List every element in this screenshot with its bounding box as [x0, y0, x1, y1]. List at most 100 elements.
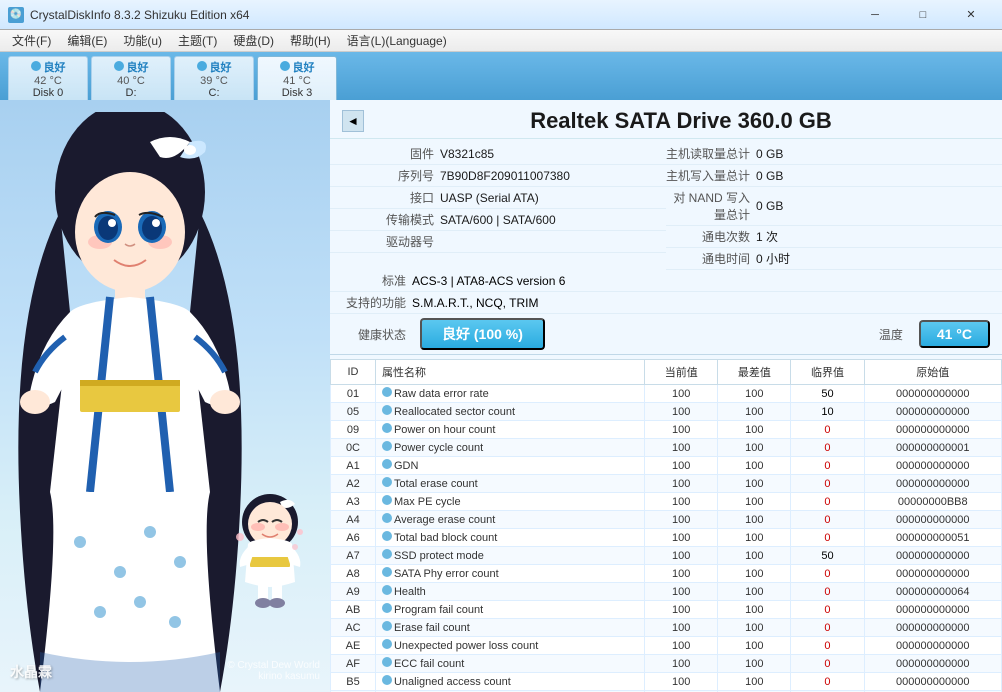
disk-tab-disk3[interactable]: 良好 41 °C Disk 3 — [257, 56, 337, 100]
power-cycles-row: 通电次数 1 次 — [666, 226, 1002, 248]
cell-id: B5 — [331, 673, 376, 691]
row-dot — [382, 585, 392, 595]
menu-item-u[interactable]: 功能(u) — [115, 30, 170, 51]
menu-item-h[interactable]: 帮助(H) — [282, 30, 339, 51]
row-dot — [382, 405, 392, 415]
cell-worst: 100 — [718, 421, 791, 439]
row-dot — [382, 603, 392, 613]
cell-threshold: 50 — [791, 385, 864, 403]
cell-threshold: 0 — [791, 457, 864, 475]
cell-current: 100 — [645, 637, 718, 655]
cell-name: Reallocated sector count — [375, 403, 644, 421]
cell-id: A4 — [331, 511, 376, 529]
temperature-badge[interactable]: 41 °C — [919, 320, 990, 348]
health-badge[interactable]: 良好 (100 %) — [420, 318, 545, 350]
table-header-row: ID 属性名称 当前值 最差值 临界值 原始值 — [331, 360, 1002, 385]
table-row[interactable]: A6 Total bad block count 100 100 0 00000… — [331, 529, 1002, 547]
cell-current: 100 — [645, 493, 718, 511]
row-dot — [382, 441, 392, 451]
table-row[interactable]: A2 Total erase count 100 100 0 000000000… — [331, 475, 1002, 493]
cell-current: 100 — [645, 565, 718, 583]
cell-worst: 100 — [718, 529, 791, 547]
table-row[interactable]: A3 Max PE cycle 100 100 0 00000000BB8 — [331, 493, 1002, 511]
main-content: 水晶霖 © Crystal Dew World kirino kasumu ◄ … — [0, 100, 1002, 692]
table-row[interactable]: A8 SATA Phy error count 100 100 0 000000… — [331, 565, 1002, 583]
menu-item-e[interactable]: 编辑(E) — [59, 30, 115, 51]
cell-threshold: 0 — [791, 529, 864, 547]
menu-item-t[interactable]: 主题(T) — [170, 30, 225, 51]
host-write-value: 0 GB — [756, 169, 783, 183]
cell-current: 100 — [645, 421, 718, 439]
window-controls: ─ □ ✕ — [852, 2, 994, 28]
cell-name: Health — [375, 583, 644, 601]
host-write-row: 主机写入量总计 0 GB — [666, 165, 1002, 187]
cell-worst: 100 — [718, 601, 791, 619]
maximize-button[interactable]: □ — [900, 2, 946, 28]
smart-table: ID 属性名称 当前值 最差值 临界值 原始值 01 Raw data erro… — [330, 359, 1002, 692]
menu-item-llanguage[interactable]: 语言(L)(Language) — [339, 30, 455, 51]
cell-name: GDN — [375, 457, 644, 475]
host-read-row: 主机读取量总计 0 GB — [666, 143, 1002, 165]
nand-write-value: 0 GB — [756, 199, 783, 213]
col-current: 当前值 — [645, 360, 718, 385]
cell-current: 100 — [645, 619, 718, 637]
cell-raw: 000000000000 — [864, 655, 1001, 673]
table-row[interactable]: B5 Unaligned access count 100 100 0 0000… — [331, 673, 1002, 691]
table-row[interactable]: AE Unexpected power loss count 100 100 0… — [331, 637, 1002, 655]
cell-id: A2 — [331, 475, 376, 493]
power-hours-row: 通电时间 0 小时 — [666, 248, 1002, 270]
cell-id: A9 — [331, 583, 376, 601]
minimize-button[interactable]: ─ — [852, 2, 898, 28]
table-row[interactable]: A7 SSD protect mode 100 100 50 000000000… — [331, 547, 1002, 565]
row-dot — [382, 423, 392, 433]
table-row[interactable]: 0C Power cycle count 100 100 0 000000000… — [331, 439, 1002, 457]
table-row[interactable]: 09 Power on hour count 100 100 0 0000000… — [331, 421, 1002, 439]
cell-name: Max PE cycle — [375, 493, 644, 511]
table-row[interactable]: 01 Raw data error rate 100 100 50 000000… — [331, 385, 1002, 403]
cell-threshold: 0 — [791, 619, 864, 637]
back-button[interactable]: ◄ — [342, 110, 364, 132]
cell-name: ECC fail count — [375, 655, 644, 673]
drive-header: ◄ Realtek SATA Drive 360.0 GB — [330, 100, 1002, 139]
cell-raw: 000000000000 — [864, 385, 1001, 403]
firmware-row: 固件 V8321c85 — [330, 143, 666, 165]
col-name: 属性名称 — [375, 360, 644, 385]
row-dot — [382, 567, 392, 577]
col-raw: 原始值 — [864, 360, 1001, 385]
table-row[interactable]: A1 GDN 100 100 0 000000000000 — [331, 457, 1002, 475]
table-row[interactable]: AB Program fail count 100 100 0 00000000… — [331, 601, 1002, 619]
menu-item-d[interactable]: 硬盘(D) — [225, 30, 282, 51]
cell-worst: 100 — [718, 655, 791, 673]
cell-threshold: 0 — [791, 439, 864, 457]
row-dot — [382, 657, 392, 667]
close-button[interactable]: ✕ — [948, 2, 994, 28]
row-dot — [382, 513, 392, 523]
table-row[interactable]: AF ECC fail count 100 100 0 000000000000 — [331, 655, 1002, 673]
col-worst: 最差值 — [718, 360, 791, 385]
table-row[interactable]: AC Erase fail count 100 100 0 0000000000… — [331, 619, 1002, 637]
cell-raw: 000000000051 — [864, 529, 1001, 547]
menu-item-f[interactable]: 文件(F) — [4, 30, 59, 51]
table-row[interactable]: A9 Health 100 100 0 000000000064 — [331, 583, 1002, 601]
cell-id: A7 — [331, 547, 376, 565]
smart-table-container[interactable]: ID 属性名称 当前值 最差值 临界值 原始值 01 Raw data erro… — [330, 359, 1002, 692]
cell-current: 100 — [645, 475, 718, 493]
disk-tabs-area: 良好 42 °C Disk 0 良好 40 °C D: 良好 39 °C C: … — [0, 52, 1002, 100]
row-dot — [382, 621, 392, 631]
disk-tab-diskD[interactable]: 良好 40 °C D: — [91, 56, 171, 100]
cell-threshold: 0 — [791, 601, 864, 619]
cell-id: 01 — [331, 385, 376, 403]
table-row[interactable]: A4 Average erase count 100 100 0 0000000… — [331, 511, 1002, 529]
disk-tab-diskC[interactable]: 良好 39 °C C: — [174, 56, 254, 100]
cell-worst: 100 — [718, 457, 791, 475]
title-bar: 💿 CrystalDiskInfo 8.3.2 Shizuku Edition … — [0, 0, 1002, 30]
disk-tab-disk0[interactable]: 良好 42 °C Disk 0 — [8, 56, 88, 100]
table-row[interactable]: 05 Reallocated sector count 100 100 10 0… — [331, 403, 1002, 421]
cell-current: 100 — [645, 583, 718, 601]
cell-raw: 000000000000 — [864, 565, 1001, 583]
cell-raw: 000000000000 — [864, 673, 1001, 691]
chibi-character — [230, 492, 310, 612]
cell-threshold: 0 — [791, 583, 864, 601]
features-value: S.M.A.R.T., NCQ, TRIM — [412, 296, 538, 310]
cell-id: A8 — [331, 565, 376, 583]
